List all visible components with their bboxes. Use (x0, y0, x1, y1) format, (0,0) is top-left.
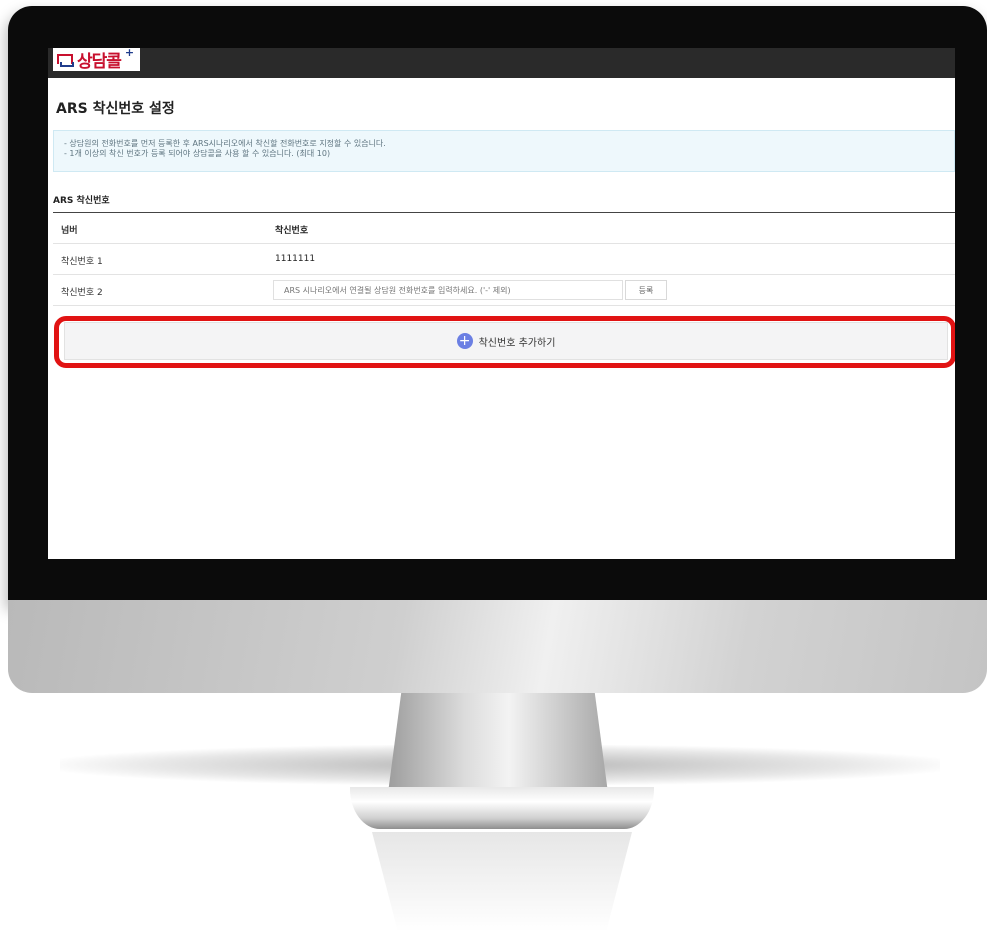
notice-box: - 상담원의 전화번호를 먼저 등록한 후 ARS시나리오에서 착신할 전화번호… (53, 130, 955, 172)
row-value: 1111111 (275, 254, 316, 264)
table-row: 착신번호 2 등록 (53, 275, 955, 306)
row-label: 착신번호 1 (61, 257, 103, 267)
page-title: ARS 착신번호 설정 (56, 101, 175, 117)
section-label: ARS 착신번호 (53, 196, 110, 206)
monitor-chin (8, 600, 987, 693)
column-header-forward-number: 착신번호 (275, 226, 309, 236)
register-button[interactable]: 등록 (625, 280, 667, 300)
app-logo[interactable]: 상담콜 + (53, 48, 141, 72)
logo-plus: + (124, 48, 135, 59)
logo-icon (57, 53, 74, 67)
screen: 상담콜 + ARS 착신번호 설정 - 상담원의 전화번호를 먼저 등록한 후 … (48, 48, 955, 559)
table-row: 착신번호 1 1111111 (53, 244, 955, 275)
logo-text: 상담콜 (77, 52, 122, 72)
monitor-stand-base (350, 787, 654, 829)
row-label: 착신번호 2 (61, 288, 103, 298)
forward-number-input[interactable] (273, 280, 623, 300)
notice-line-1: - 상담원의 전화번호를 먼저 등록한 후 ARS시나리오에서 착신할 전화번호… (64, 139, 386, 148)
highlight-annotation (54, 316, 955, 368)
column-header-number: 넘버 (61, 226, 78, 236)
top-bar: 상담콜 + (48, 48, 955, 78)
table-header-row: 넘버 착신번호 (53, 213, 955, 244)
stand-reflection (372, 832, 632, 932)
monitor-stand-neck (388, 693, 608, 793)
notice-line-2: - 1개 이상의 착신 번호가 등록 되어야 상담콜을 사용 할 수 있습니다.… (64, 149, 331, 158)
